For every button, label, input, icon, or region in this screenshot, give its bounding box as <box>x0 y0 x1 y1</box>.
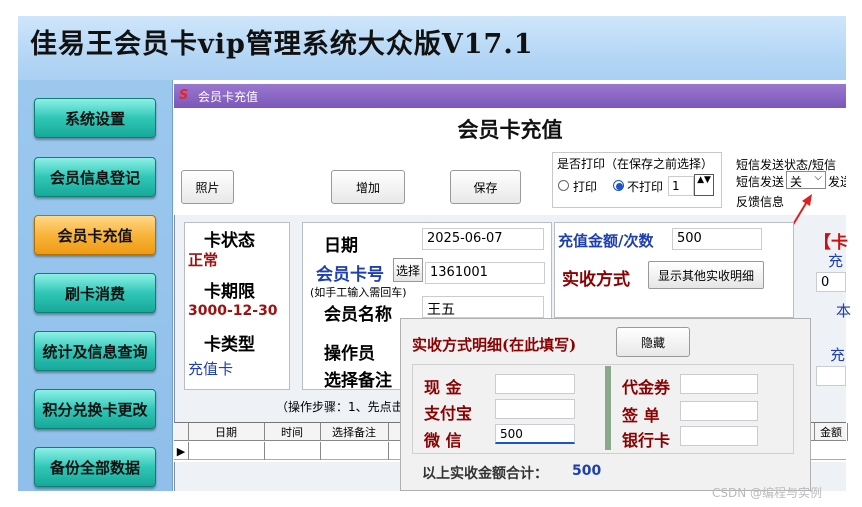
right-panel-label-1: 充 <box>828 252 844 270</box>
print-question-label: 是否打印（在保存之前选择） <box>557 157 714 171</box>
right-panel-field-3[interactable] <box>816 366 846 386</box>
credit-bill-field[interactable] <box>680 401 758 421</box>
payment-total-value: 500 <box>572 463 602 479</box>
dialog-titlebar: S 会员卡充值 <box>174 84 846 108</box>
grid-col-amount: 金额 <box>814 423 848 441</box>
print-radio[interactable] <box>558 180 569 191</box>
wechat-field[interactable]: 500 <box>495 424 575 444</box>
recharge-amount-label: 充值金额/次数 <box>558 232 654 250</box>
sms-send-select-value: 关 <box>790 175 803 189</box>
card-expiry-value: 3000-12-30 <box>188 303 278 319</box>
chevron-down-icon: ⌵ <box>814 172 822 183</box>
print-radio-label: 打印 <box>573 180 598 194</box>
wechat-label: 微 信 <box>424 431 462 450</box>
card-input-hint: (如手工输入需回车) <box>310 286 407 299</box>
date-label: 日期 <box>324 236 358 256</box>
grid-cell <box>188 442 265 460</box>
copies-spinner-icon[interactable]: ▲▼ <box>694 174 714 196</box>
page-title: 会员卡充值 <box>457 117 563 142</box>
sms-send-label: 短信发送 <box>736 175 785 189</box>
member-name-label: 会员名称 <box>324 305 392 325</box>
right-panel-label-2: 本 <box>836 302 852 320</box>
credit-bill-label: 签 单 <box>622 406 660 425</box>
right-panel-field-1[interactable]: 0 <box>816 272 846 292</box>
bank-card-label: 银行卡 <box>622 431 671 450</box>
card-type-value: 充值卡 <box>188 360 234 378</box>
app-logo-icon: S <box>179 88 189 103</box>
grid-cell <box>264 442 321 460</box>
sidebar-item-system-settings[interactable]: 系统设置 <box>34 98 156 138</box>
sidebar-item-card-recharge[interactable]: 会员卡充值 <box>34 215 156 255</box>
app-title: 佳易王会员卡vip管理系统大众版V17.1 <box>30 29 534 60</box>
radio-selected-dot <box>616 183 623 190</box>
show-other-payment-button[interactable]: 显示其他实收明细 <box>648 261 764 289</box>
grid-col-date: 日期 <box>188 423 265 441</box>
sms-send-suffix: 发送 <box>828 175 846 189</box>
card-expiry-label: 卡期限 <box>204 282 255 302</box>
bank-card-field[interactable] <box>680 426 758 446</box>
sidebar-item-statistics-query[interactable]: 统计及信息查询 <box>34 331 156 371</box>
select-card-button[interactable]: 选择 <box>393 258 423 282</box>
operation-steps-text: （操作步骤：1、先点击 <box>276 400 404 414</box>
grid-corner <box>174 423 189 441</box>
alipay-label: 支付宝 <box>424 404 473 423</box>
card-status-value: 正常 <box>188 251 219 269</box>
no-print-radio-label: 不打印 <box>627 180 664 194</box>
member-name-field[interactable]: 王五 <box>422 296 544 318</box>
card-type-label: 卡类型 <box>204 335 255 355</box>
date-field[interactable]: 2025-06-07 <box>422 228 544 250</box>
add-button[interactable]: 增加 <box>331 170 405 204</box>
hide-button[interactable]: 隐藏 <box>616 327 690 357</box>
right-panel-label-3: 充 <box>830 346 846 364</box>
recharge-amount-field[interactable]: 500 <box>672 228 762 250</box>
sms-send-select[interactable]: 关 ⌵ <box>786 171 826 189</box>
print-copies-input[interactable]: 1 <box>668 176 694 196</box>
operator-label: 操作员 <box>324 344 375 364</box>
sidebar-item-points-exchange[interactable]: 积分兑换卡更改 <box>34 389 156 429</box>
no-print-radio[interactable] <box>613 180 624 191</box>
card-number-label: 会员卡号 <box>316 265 384 285</box>
card-status-label: 卡状态 <box>204 231 255 251</box>
watermark-text: CSDN @编程与实例 <box>712 486 823 500</box>
alipay-field[interactable] <box>495 399 575 419</box>
voucher-label: 代金券 <box>622 378 671 397</box>
save-button[interactable]: 保存 <box>450 170 521 204</box>
divider <box>605 366 611 450</box>
remark-label: 选择备注 <box>324 371 392 391</box>
voucher-field[interactable] <box>680 374 758 394</box>
payment-total-label: 以上实收金额合计： <box>422 466 548 482</box>
grid-col-remark: 选择备注 <box>320 423 389 441</box>
card-number-field[interactable]: 1361001 <box>425 262 545 284</box>
cash-label: 现 金 <box>424 378 462 397</box>
sidebar-item-backup-data[interactable]: 备份全部数据 <box>34 447 156 487</box>
cash-field[interactable] <box>495 374 575 394</box>
row-selector-icon: ▶ <box>174 442 189 460</box>
photo-button[interactable]: 照片 <box>181 170 234 204</box>
sidebar-item-card-consume[interactable]: 刷卡消费 <box>34 273 156 313</box>
payment-detail-title: 实收方式明细(在此填写) <box>412 336 577 354</box>
grid-cell <box>320 442 389 460</box>
dialog-title: 会员卡充值 <box>198 90 259 104</box>
sidebar-item-member-register[interactable]: 会员信息登记 <box>34 157 156 197</box>
grid-col-time: 时间 <box>264 423 321 441</box>
payment-method-label: 实收方式 <box>562 270 630 290</box>
